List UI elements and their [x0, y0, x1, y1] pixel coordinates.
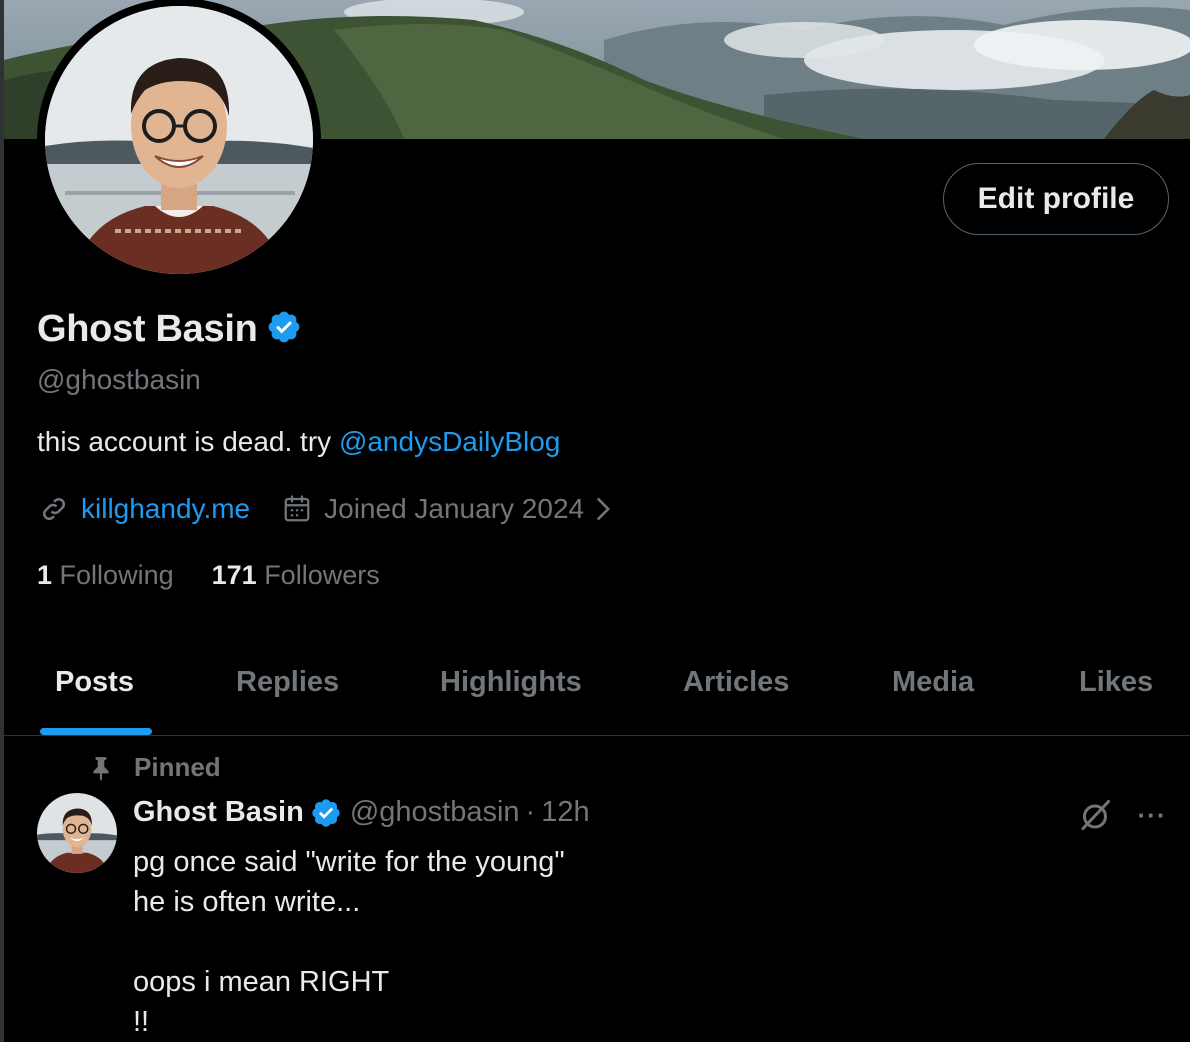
avatar-image — [45, 6, 313, 274]
tab-articles[interactable]: Articles — [683, 666, 789, 699]
joined-item[interactable]: Joined January 2024 — [280, 492, 614, 526]
tab-posts[interactable]: Posts — [55, 666, 134, 699]
post-author-name[interactable]: Ghost Basin — [133, 796, 304, 829]
calendar-icon — [280, 492, 314, 526]
pinned-label-row: Pinned — [86, 752, 221, 783]
grok-icon[interactable] — [1077, 797, 1113, 833]
post-author-handle[interactable]: @ghostbasin — [350, 796, 520, 829]
followers-link[interactable]: 171 Followers — [212, 560, 380, 591]
post-header: Ghost Basin @ghostbasin · 12h — [133, 796, 590, 829]
tab-highlights[interactable]: Highlights — [440, 666, 582, 699]
chevron-right-icon — [592, 496, 614, 522]
tab-likes[interactable]: Likes — [1079, 666, 1153, 699]
link-icon — [37, 492, 71, 526]
pin-icon — [86, 753, 116, 783]
active-tab-indicator — [40, 728, 152, 735]
pinned-label: Pinned — [134, 752, 221, 782]
verified-badge-icon[interactable] — [310, 797, 342, 829]
followers-label: Followers — [264, 560, 380, 590]
following-label: Following — [59, 560, 174, 590]
profile-name-row: Ghost Basin — [37, 308, 302, 351]
more-icon[interactable]: ··· — [1136, 797, 1168, 833]
post-dot-separator: · — [525, 796, 536, 828]
post-body: pg once said "write for the young" he is… — [133, 846, 565, 1038]
website-link[interactable]: killghandy.me — [81, 493, 250, 525]
post-time[interactable]: 12h — [541, 796, 589, 829]
tab-media[interactable]: Media — [892, 666, 974, 699]
edit-profile-button[interactable]: Edit profile — [943, 163, 1169, 235]
column-border — [0, 0, 4, 1042]
joined-date: Joined January 2024 — [324, 493, 585, 524]
following-link[interactable]: 1 Following — [37, 560, 174, 591]
follow-stats: 1 Following 171 Followers — [37, 560, 380, 591]
verified-badge-icon[interactable] — [266, 309, 302, 350]
profile-bio: this account is dead. try @andysDailyBlo… — [37, 426, 560, 458]
profile-meta: killghandy.me Joined January 2024 — [37, 492, 614, 526]
bio-text: this account is dead. try — [37, 426, 339, 457]
display-name: Ghost Basin — [37, 308, 258, 350]
followers-count: 171 — [211, 560, 257, 590]
profile-page: Edit profile Ghost Basin @ghostbasin thi… — [0, 0, 1190, 1042]
post-author-avatar[interactable] — [37, 793, 117, 873]
following-count: 1 — [37, 560, 53, 590]
profile-avatar[interactable] — [37, 0, 321, 282]
bio-mention-link[interactable]: @andysDailyBlog — [339, 426, 560, 457]
tab-replies[interactable]: Replies — [236, 666, 339, 699]
website-item: killghandy.me — [37, 492, 250, 526]
profile-handle: @ghostbasin — [37, 364, 201, 395]
profile-tabs: Posts Replies Highlights Articles Media … — [4, 640, 1190, 736]
